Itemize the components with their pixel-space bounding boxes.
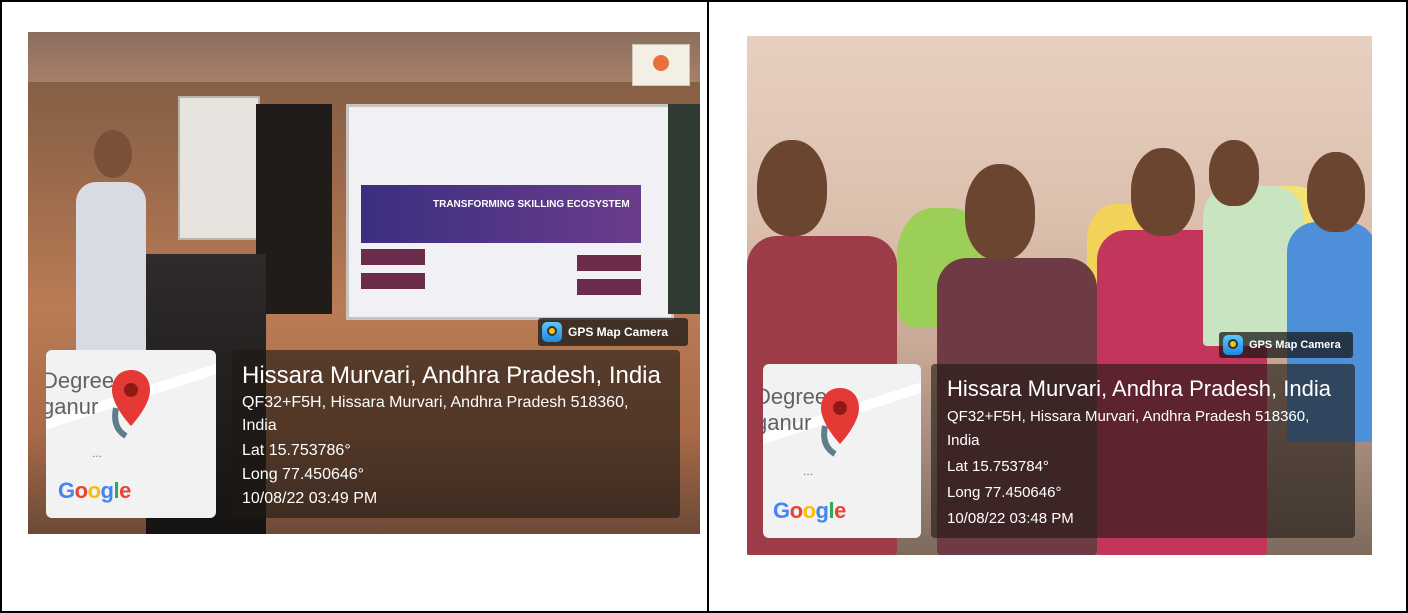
projector-screen: TRANSFORMING SKILLING ECOSYSTEM — [346, 104, 674, 320]
longitude: Long 77.450646° — [947, 484, 1062, 501]
google-logo: Google — [773, 498, 846, 523]
mini-map: Degree ganur ... Google — [46, 350, 216, 518]
table-divider — [707, 0, 709, 613]
location-title: Hissara Murvari, Andhra Pradesh, India — [947, 376, 1331, 401]
map-place-label: ganur — [46, 394, 99, 419]
map-place-label: Degree — [763, 384, 828, 409]
gps-map-camera-tag: GPS Map Camera — [538, 318, 688, 346]
location-info-panel: Hissara Murvari, Andhra Pradesh, India Q… — [931, 364, 1355, 538]
datetime: 10/08/22 03:48 PM — [947, 510, 1074, 527]
screen-banner: TRANSFORMING SKILLING ECOSYSTEM — [361, 185, 641, 243]
location-title: Hissara Murvari, Andhra Pradesh, India — [242, 362, 661, 389]
gps-label: GPS Map Camera — [568, 325, 669, 339]
address-line: QF32+F5H, Hissara Murvari, Andhra Prades… — [242, 394, 629, 411]
datetime: 10/08/22 03:49 PM — [242, 490, 378, 507]
gps-camera-icon — [542, 322, 562, 342]
gps-label: GPS Map Camera — [1249, 339, 1341, 351]
photo-seminar-speaker: TRANSFORMING SKILLING ECOSYSTEM GPS Map … — [28, 32, 700, 534]
screen-button — [577, 255, 641, 271]
gps-map-camera-tag: GPS Map Camera — [1219, 332, 1353, 358]
photo-audience: GPS Map Camera Hissara Murvari, Andhra P… — [747, 36, 1372, 555]
wall — [28, 32, 700, 82]
mini-map: Degree ganur ... Google — [763, 364, 921, 538]
speaker-head — [94, 130, 132, 178]
address-country: India — [242, 417, 277, 434]
map-dots: ... — [803, 464, 814, 478]
location-info-panel: Hissara Murvari, Andhra Pradesh, India Q… — [232, 350, 680, 518]
map-pin-icon — [112, 370, 150, 439]
screen-banner-text: TRANSFORMING SKILLING ECOSYSTEM — [433, 199, 630, 210]
electrical-cabinet — [178, 96, 260, 240]
screen-button — [577, 279, 641, 295]
map-pin-icon — [821, 388, 859, 457]
gps-camera-icon — [1223, 335, 1243, 355]
latitude: Lat 15.753784° — [947, 458, 1049, 475]
map-place-label: Degree — [46, 368, 115, 393]
chalkboard — [668, 104, 700, 314]
map-place-label: ganur — [763, 410, 812, 435]
equipment-rack — [256, 104, 332, 314]
map-dots: ... — [92, 446, 103, 460]
address-line: QF32+F5H, Hissara Murvari, Andhra Prades… — [947, 408, 1310, 425]
longitude: Long 77.450646° — [242, 466, 365, 483]
screen-button — [361, 249, 425, 265]
wall-emblem — [632, 44, 690, 86]
google-logo: Google — [58, 478, 131, 503]
screen-button — [361, 273, 425, 289]
address-country: India — [947, 432, 980, 449]
latitude: Lat 15.753786° — [242, 442, 351, 459]
